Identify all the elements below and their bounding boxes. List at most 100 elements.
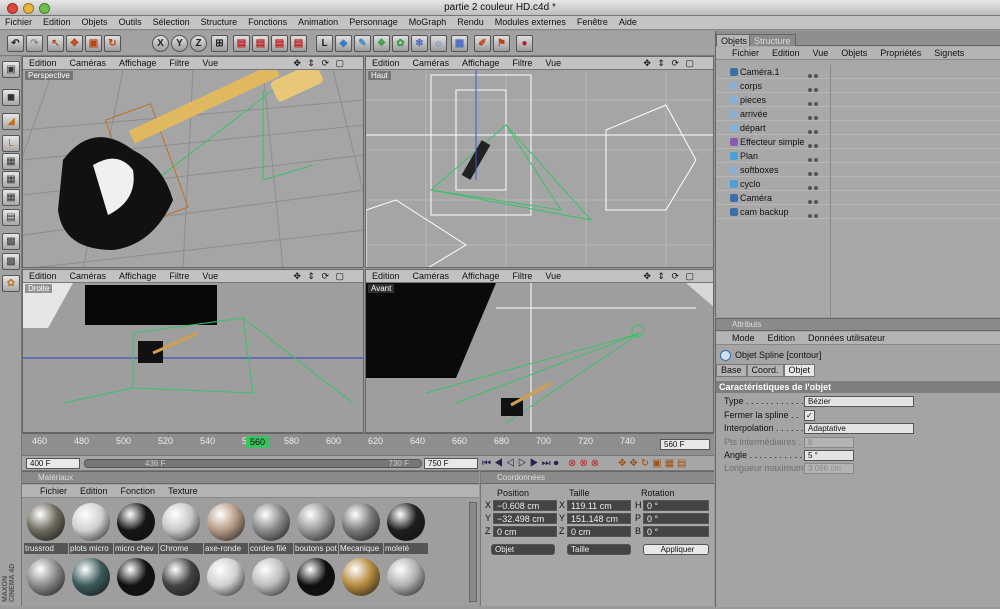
vp-menu-affichage[interactable]: Affichage	[119, 270, 156, 282]
position-field[interactable]: −32.498 cm	[493, 513, 557, 524]
size-field[interactable]: 119.11 cm	[567, 500, 631, 511]
material-swatch[interactable]: boutons pot	[294, 500, 338, 554]
object-row[interactable]: arrivée	[716, 107, 1000, 121]
close-spline-checkbox[interactable]: ✓	[804, 410, 815, 421]
material-swatch[interactable]	[24, 555, 68, 609]
model-mode-icon[interactable]: ▣	[2, 61, 20, 78]
object-row[interactable]: softboxes	[716, 163, 1000, 177]
minimize-window-button[interactable]	[23, 3, 34, 14]
nurbs-icon[interactable]: ❖	[373, 35, 390, 52]
material-swatch[interactable]: Chrome	[159, 500, 203, 554]
snap-icon[interactable]: ▩	[2, 233, 20, 250]
visibility-toggle-icon[interactable]	[808, 194, 822, 204]
viewport-nav-icons[interactable]: ✥ ⇕ ⟳ ▢	[293, 57, 346, 69]
timeline-ruler[interactable]: 460 480 500 520 540 560 580 600 620 640 660 680 700 7…	[32, 436, 652, 454]
material-swatch[interactable]: trussrod	[24, 500, 68, 554]
viewport-nav-icons[interactable]: ✥ ⇕ ⟳ ▢	[643, 57, 696, 69]
vp-menu-filtre[interactable]: Filtre	[512, 57, 532, 69]
tab-coord[interactable]: Coord.	[746, 364, 784, 377]
obj-menu-signets[interactable]: Signets	[934, 47, 964, 59]
material-swatch[interactable]	[249, 555, 293, 609]
scene-icon[interactable]: ☼	[430, 35, 447, 52]
viewport-perspective[interactable]: Edition Caméras Affichage Filtre Vue ✥ ⇕…	[22, 56, 364, 268]
zoom-window-button[interactable]	[39, 3, 50, 14]
coords-mode-dropdown[interactable]: Objet	[491, 544, 555, 555]
obj-menu-vue[interactable]: Vue	[813, 47, 829, 59]
scale-icon[interactable]: ▣	[85, 35, 102, 52]
menu-fonctions[interactable]: Fonctions	[248, 16, 287, 29]
points-mode-icon[interactable]: ▦	[2, 153, 20, 170]
sculpt-icon[interactable]: ✿	[2, 275, 20, 292]
vp-menu-cameras[interactable]: Caméras	[70, 270, 107, 282]
vp-menu-edition[interactable]: Edition	[29, 270, 57, 282]
max-frame-field[interactable]: 750 F	[424, 458, 478, 469]
camera-icon[interactable]: ✐	[474, 35, 491, 52]
x-axis-icon[interactable]: X	[152, 35, 169, 52]
mat-menu-texture[interactable]: Texture	[168, 485, 198, 497]
deformer-icon[interactable]: ❄	[411, 35, 428, 52]
material-swatch[interactable]	[114, 555, 158, 609]
attr-menu-mode[interactable]: Mode	[732, 332, 755, 344]
vp-menu-filtre[interactable]: Filtre	[169, 57, 189, 69]
vp-menu-affichage[interactable]: Affichage	[462, 57, 499, 69]
menu-mograph[interactable]: MoGraph	[409, 16, 447, 29]
material-swatch[interactable]: plots micro	[69, 500, 113, 554]
timeline-current-frame[interactable]: 560	[246, 436, 269, 448]
timeline[interactable]: 460 480 500 520 540 560 580 600 620 640 660 680 700 7…	[22, 433, 714, 455]
tab-base[interactable]: Base	[716, 364, 747, 377]
vp-menu-cameras[interactable]: Caméras	[70, 57, 107, 69]
materials-scrollbar[interactable]	[469, 502, 477, 602]
edges-mode-icon[interactable]: ▦	[2, 171, 20, 188]
obj-menu-objets[interactable]: Objets	[841, 47, 867, 59]
vp-menu-affichage[interactable]: Affichage	[119, 57, 156, 69]
visibility-toggle-icon[interactable]	[808, 166, 822, 176]
menu-rendu[interactable]: Rendu	[457, 16, 484, 29]
light-icon[interactable]: ⚑	[493, 35, 510, 52]
menu-animation[interactable]: Animation	[298, 16, 338, 29]
coords-size-mode-dropdown[interactable]: Taille	[567, 544, 631, 555]
menu-objets[interactable]: Objets	[82, 16, 108, 29]
object-row[interactable]: pieces	[716, 93, 1000, 107]
material-swatch[interactable]	[384, 555, 428, 609]
material-swatch[interactable]	[204, 555, 248, 609]
material-swatch[interactable]: axe-ronde	[204, 500, 248, 554]
redo-icon[interactable]: ↷	[26, 35, 43, 52]
visibility-toggle-icon[interactable]	[808, 82, 822, 92]
object-row[interactable]: cam backup	[716, 205, 1000, 219]
object-row[interactable]: cyclo	[716, 177, 1000, 191]
apply-button[interactable]: Appliquer	[643, 544, 709, 555]
tab-objects[interactable]: Objets	[716, 34, 753, 46]
menu-fenetre[interactable]: Fenêtre	[577, 16, 608, 29]
current-frame-field[interactable]: 560 F	[660, 439, 710, 450]
object-row[interactable]: Plan	[716, 149, 1000, 163]
cube-icon[interactable]: ◆	[335, 35, 352, 52]
render-picture-viewer-icon[interactable]: ▤	[252, 35, 269, 52]
viewport-top[interactable]: Edition Caméras Affichage Filtre Vue ✥ ⇕…	[365, 56, 714, 268]
animation-mode-icon[interactable]: ▤	[2, 209, 20, 226]
object-row[interactable]: Effecteur simple	[716, 135, 1000, 149]
mat-menu-fonction[interactable]: Fonction	[121, 485, 156, 497]
attr-menu-donnees[interactable]: Données utilisateur	[808, 332, 885, 344]
position-field[interactable]: 0 cm	[493, 526, 557, 537]
y-axis-icon[interactable]: Y	[171, 35, 188, 52]
record-key-icon[interactable]: ●	[516, 35, 533, 52]
vp-menu-vue[interactable]: Vue	[545, 57, 561, 69]
type-dropdown[interactable]: Bézier	[804, 396, 914, 407]
frame-range-slider[interactable]: 436 F 730 F	[84, 459, 422, 468]
material-swatch[interactable]	[294, 555, 338, 609]
render-view-icon[interactable]: ▤	[233, 35, 250, 52]
material-swatch[interactable]: cordes filé	[249, 500, 293, 554]
viewport-right[interactable]: Edition Caméras Affichage Filtre Vue ✥ ⇕…	[22, 269, 364, 433]
undo-icon[interactable]: ↶	[7, 35, 24, 52]
z-axis-icon[interactable]: Z	[190, 35, 207, 52]
axis-mode-icon[interactable]: L	[2, 135, 20, 152]
material-swatch[interactable]	[159, 555, 203, 609]
vp-menu-edition[interactable]: Edition	[372, 270, 400, 282]
close-window-button[interactable]	[7, 3, 18, 14]
menu-fichier[interactable]: Fichier	[5, 16, 32, 29]
key-controls[interactable]: ✥✥↻▣▦▤	[618, 458, 689, 469]
menu-modules[interactable]: Modules externes	[495, 16, 566, 29]
rotation-field[interactable]: 0 °	[643, 500, 709, 511]
visibility-toggle-icon[interactable]	[808, 124, 822, 134]
obj-menu-edition[interactable]: Edition	[772, 47, 800, 59]
